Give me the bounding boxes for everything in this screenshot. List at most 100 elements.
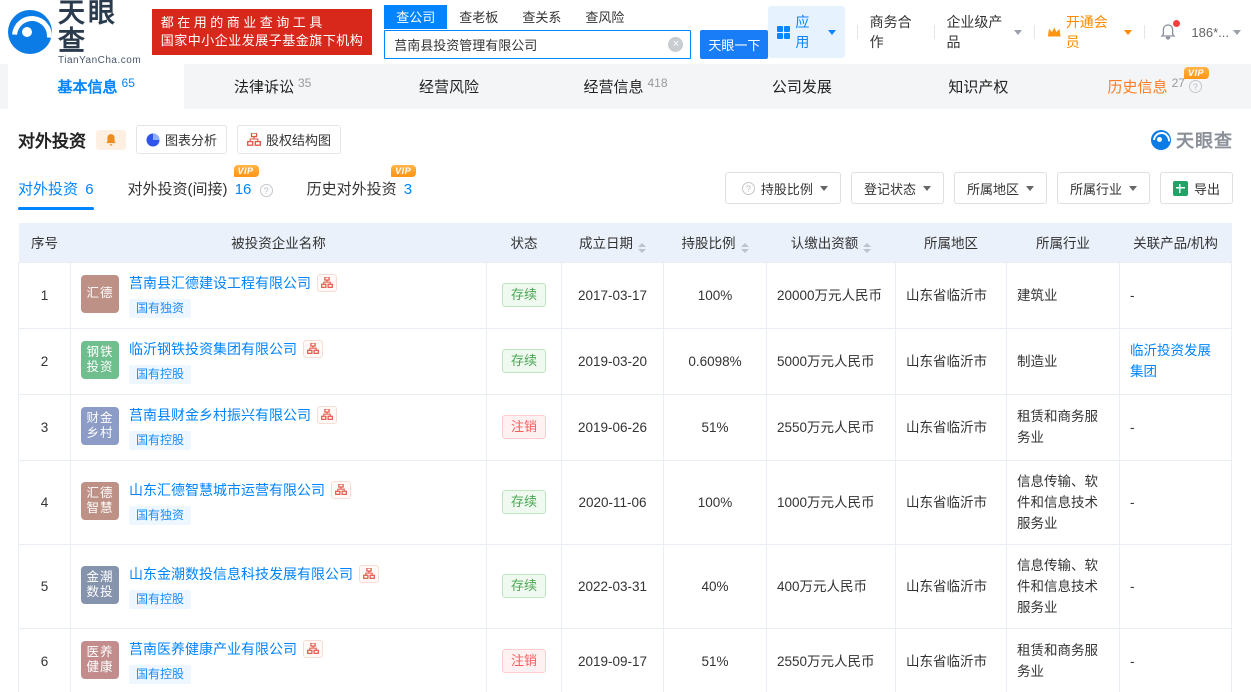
- filter-registration-status[interactable]: 登记状态: [850, 172, 944, 204]
- status-badge: 存续: [501, 283, 546, 307]
- chevron-down-icon: [827, 29, 836, 35]
- ownership-tag: 国有控股: [129, 430, 192, 450]
- related-product-link[interactable]: 临沂投资发展集团: [1130, 343, 1211, 379]
- col-subscribed-capital[interactable]: 认缴出资额: [766, 223, 896, 262]
- status-badge: 注销: [501, 649, 546, 673]
- tab-count: 418: [647, 75, 668, 90]
- subscribed-capital: 2550万元人民币: [766, 393, 896, 461]
- subtabs: 对外投资 6 VIP 对外投资(间接) 16 ? VIP 历史对外投资 3: [18, 165, 417, 210]
- shareholding-ratio: 0.6098%: [663, 327, 767, 395]
- chevron-down-icon: [1124, 29, 1133, 35]
- equity-structure-icon[interactable]: [303, 339, 323, 358]
- tianyancha-logo[interactable]: 天眼查 TianYanCha.com: [8, 0, 142, 66]
- row-index: 1: [18, 261, 71, 329]
- main-content: 对外投资 图表分析 股权结构图 天眼查 对外投资 6 VIP 对外投资(间接) …: [0, 125, 1251, 692]
- bell-icon: [106, 133, 116, 146]
- equity-structure-icon[interactable]: [359, 564, 379, 583]
- related-products: -: [1119, 543, 1232, 629]
- company-link[interactable]: 莒南县汇德建设工程有限公司: [129, 273, 311, 293]
- col-establish-date[interactable]: 成立日期: [561, 223, 664, 262]
- subscribed-capital: 400万元人民币: [766, 543, 896, 629]
- membership-label: 开通会员: [1065, 14, 1108, 50]
- divider: [933, 25, 935, 39]
- tianyancha-watermark: 天眼查: [1151, 127, 1233, 153]
- col-shareholding-ratio[interactable]: 持股比例: [663, 223, 767, 262]
- table-row: 6 医养 健康 莒南医养健康产业有限公司 国有控股 注销 2019-09-17 …: [18, 627, 1232, 692]
- filter-region[interactable]: 所属地区: [953, 172, 1047, 204]
- watermark-text: 天眼查: [1176, 130, 1233, 151]
- tab-history-info[interactable]: VIP 历史信息 27 ?: [1067, 64, 1243, 109]
- tab-basic-info[interactable]: 基本信息 65: [8, 64, 185, 109]
- shareholding-ratio: 51%: [663, 627, 767, 692]
- row-index: 4: [18, 459, 71, 545]
- equity-structure-icon[interactable]: [317, 273, 337, 292]
- search-button[interactable]: 天眼一下: [700, 30, 769, 59]
- subtab-label: 历史对外投资: [306, 181, 397, 198]
- chart-analysis-button[interactable]: 图表分析: [136, 125, 228, 154]
- company-link[interactable]: 莒南医养健康产业有限公司: [129, 639, 297, 659]
- shareholding-ratio: 100%: [663, 261, 767, 329]
- search-tab-relation[interactable]: 查关系: [510, 5, 573, 29]
- tab-legal-proceedings[interactable]: 法律诉讼 35: [184, 64, 360, 109]
- filter-industry[interactable]: 所属行业: [1056, 172, 1150, 204]
- apps-menu[interactable]: 应用: [768, 6, 845, 58]
- company-link[interactable]: 莒南县财金乡村振兴有限公司: [129, 405, 311, 425]
- table-row: 2 钢铁 投资 临沂钢铁投资集团有限公司 国有控股 存续 2019-03-20 …: [18, 327, 1232, 395]
- sort-icon[interactable]: [638, 242, 646, 253]
- shareholding-ratio: 51%: [663, 393, 767, 461]
- sort-icon[interactable]: [863, 242, 872, 253]
- company-link[interactable]: 山东金潮数投信息科技发展有限公司: [129, 564, 353, 584]
- subtab-indirect-investment[interactable]: VIP 对外投资(间接) 16 ?: [128, 165, 273, 210]
- search-tab-boss[interactable]: 查老板: [447, 5, 510, 29]
- tab-intellectual-property[interactable]: 知识产权: [890, 64, 1066, 109]
- ownership-tag: 国有独资: [129, 298, 192, 318]
- notification-bell-icon[interactable]: [1159, 20, 1181, 41]
- menu-enterprise[interactable]: 企业级产品: [946, 12, 1023, 52]
- tab-company-development[interactable]: 公司发展: [714, 64, 890, 109]
- org-chart-icon: [247, 133, 261, 146]
- status-badge: 存续: [501, 574, 546, 598]
- divider: [1144, 25, 1146, 39]
- table-row: 4 汇德 智慧 山东汇德智慧城市运营有限公司 国有独资 存续 2020-11-0…: [18, 459, 1232, 545]
- account-menu[interactable]: 186*...: [1191, 25, 1241, 40]
- equity-structure-icon[interactable]: [317, 405, 337, 424]
- col-company-name: 被投资企业名称: [70, 223, 487, 262]
- subtab-count: 6: [85, 181, 94, 198]
- export-button[interactable]: 导出: [1159, 172, 1233, 204]
- region: 山东省临沂市: [895, 627, 1007, 692]
- sort-icon[interactable]: [740, 242, 749, 253]
- tab-count: 65: [121, 75, 135, 90]
- company-link[interactable]: 山东汇德智慧城市运营有限公司: [129, 480, 325, 500]
- row-index: 2: [18, 327, 71, 395]
- crown-icon: [1048, 27, 1061, 37]
- menu-cooperation[interactable]: 商务合作: [870, 12, 922, 52]
- search-tab-company[interactable]: 查公司: [384, 5, 448, 29]
- promo-line1: 都在用的商业查询工具: [160, 15, 326, 30]
- help-icon[interactable]: ?: [1188, 80, 1202, 93]
- establish-date: 2019-09-17: [561, 627, 664, 692]
- search-tab-risk[interactable]: 查风险: [573, 5, 636, 29]
- monitor-bell-button[interactable]: [96, 129, 126, 150]
- shareholding-ratio: 100%: [663, 459, 767, 545]
- chevron-down-icon: [922, 185, 931, 191]
- company-link[interactable]: 临沂钢铁投资集团有限公司: [129, 339, 297, 359]
- region: 山东省临沂市: [895, 393, 1007, 461]
- equity-structure-button[interactable]: 股权结构图: [237, 125, 342, 154]
- help-icon[interactable]: ?: [259, 184, 273, 197]
- subtab-historical-investment[interactable]: VIP 历史对外投资 3: [306, 165, 417, 210]
- industry: 建筑业: [1006, 261, 1120, 329]
- search-input[interactable]: [384, 30, 692, 59]
- establish-date: 2020-11-06: [561, 459, 664, 545]
- company-avatar: 金潮 数投: [81, 565, 119, 604]
- filter-label: 所属行业: [1069, 181, 1122, 197]
- pie-chart-icon: [146, 133, 160, 146]
- filter-shareholding-ratio[interactable]: ? 持股比例: [724, 172, 841, 204]
- equity-structure-icon[interactable]: [303, 639, 323, 658]
- tab-operation-risk[interactable]: 经营风险: [361, 64, 537, 109]
- export-label: 导出: [1193, 181, 1220, 197]
- subtab-outbound-investment[interactable]: 对外投资 6: [18, 178, 94, 210]
- open-membership-button[interactable]: 开通会员: [1047, 12, 1133, 52]
- search-box: 查公司 查老板 查关系 查风险 × 天眼一下: [384, 5, 769, 59]
- equity-structure-icon[interactable]: [331, 480, 351, 499]
- tab-business-info[interactable]: 经营信息 418: [537, 64, 713, 109]
